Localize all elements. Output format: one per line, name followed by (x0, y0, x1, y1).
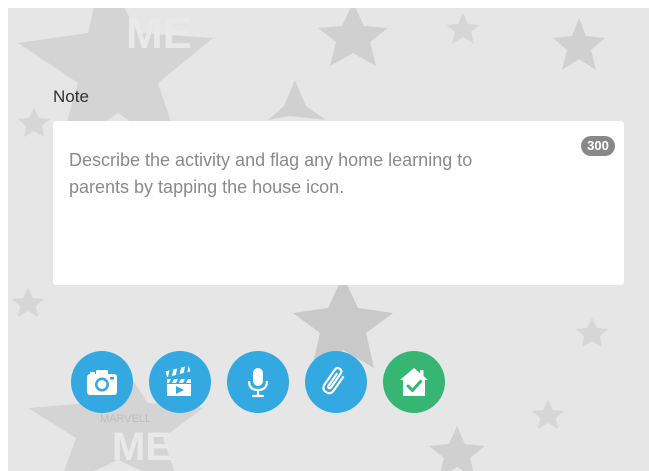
note-label: Note (53, 87, 89, 106)
note-box: 300 (53, 121, 624, 285)
camera-button[interactable] (71, 351, 133, 413)
bg-star (429, 426, 485, 471)
character-count-badge: 300 (581, 136, 615, 156)
bg-star (18, 108, 50, 137)
bg-logo-letters-top: ME (126, 9, 192, 58)
bg-star (576, 318, 608, 347)
video-button[interactable] (149, 351, 211, 413)
bg-star (268, 80, 326, 120)
home-check-icon (400, 368, 428, 396)
bg-logo-letters-bottom: ME (112, 425, 172, 469)
note-textarea[interactable] (53, 121, 624, 285)
attach-file-button[interactable] (305, 351, 367, 413)
bg-star (446, 13, 480, 44)
bg-star (12, 288, 44, 317)
bg-logo-word: MARVELL (100, 413, 151, 425)
home-learning-button[interactable] (383, 351, 445, 413)
bg-star (318, 8, 388, 66)
bg-star (553, 18, 605, 70)
microphone-icon (247, 368, 269, 398)
audio-button[interactable] (227, 351, 289, 413)
note-panel: ME MARVELL ME Note 300 (8, 8, 649, 471)
bg-star (532, 400, 564, 429)
paperclip-icon (322, 366, 345, 395)
clapperboard-icon (165, 365, 191, 396)
camera-icon (87, 370, 117, 395)
